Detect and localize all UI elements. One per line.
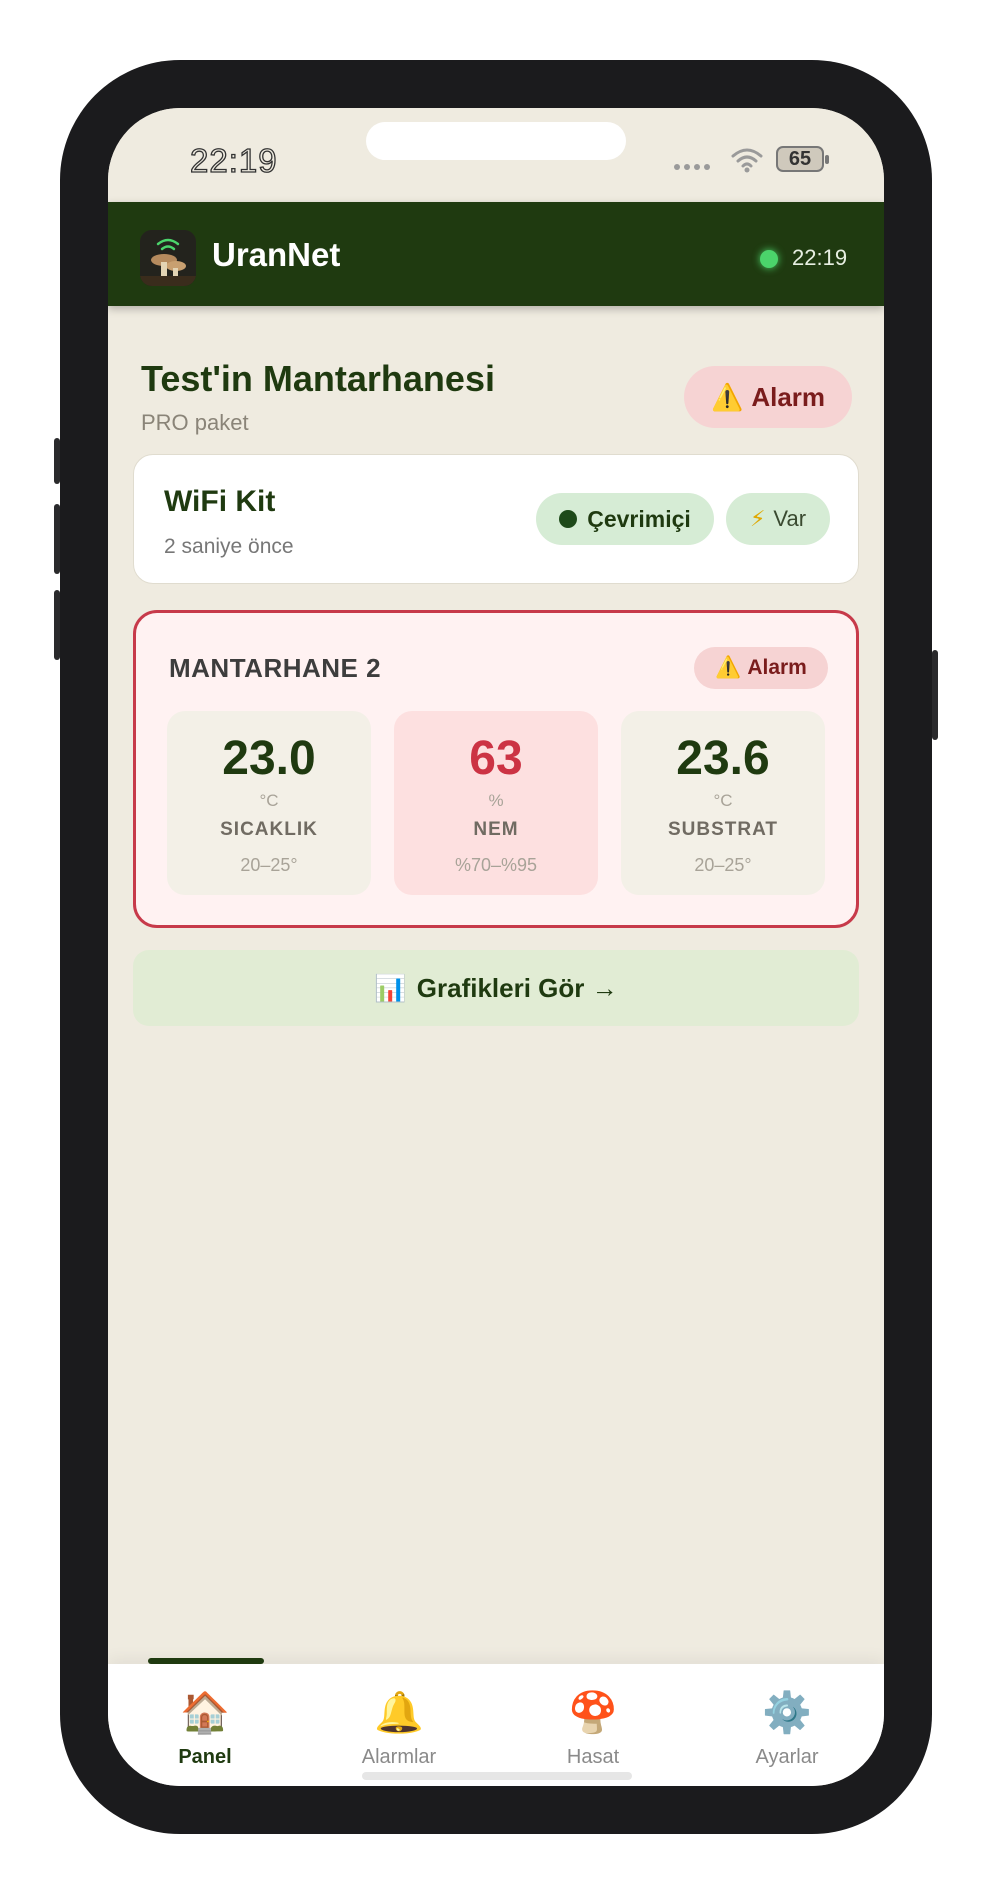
side-button-left-2 [54, 504, 60, 574]
farm-alarm-badge[interactable]: ⚠️ Alarm [684, 366, 852, 428]
connection-status-dot [760, 250, 778, 268]
metric-label: SUBSTRAT [667, 819, 779, 840]
tab-label: Panel [178, 1746, 232, 1768]
wifi-icon [731, 148, 763, 173]
status-time: 22:19 [189, 141, 278, 179]
metric-unit: % [488, 791, 504, 810]
tab-label: Alarmlar [361, 1746, 437, 1768]
metric-unit: °C [713, 791, 733, 810]
farm-alarm-label: Alarm [751, 381, 826, 412]
warning-icon: ⚠️ [715, 656, 742, 679]
signal-icon [674, 164, 710, 170]
device-card[interactable]: WiFi Kit 2 saniye önce Çevrimiçi ⚡ Var [133, 454, 859, 584]
tab-label: Ayarlar [755, 1746, 819, 1768]
side-button-right [932, 650, 938, 740]
metric-value: 23.0 [222, 732, 316, 785]
room-title: MANTARHANE 2 [169, 653, 382, 683]
online-dot-icon [559, 510, 578, 528]
tab-harvest[interactable]: 🍄 Hasat [496, 1664, 690, 1786]
home-indicator [362, 1772, 632, 1780]
metric-label: NEM [473, 819, 519, 840]
warning-icon: ⚠️ [710, 381, 744, 412]
side-button-left-3 [54, 590, 60, 660]
bottom-tab-bar: 🏠 Panel 🔔 Alarmlar 🍄 Hasat ⚙️ Ayarlar [108, 1658, 884, 1786]
metric-range: 20–25° [694, 855, 752, 875]
metric-range: 20–25° [240, 855, 298, 875]
side-button-left-1 [54, 438, 60, 484]
tab-alarms[interactable]: 🔔 Alarmlar [302, 1664, 496, 1786]
header-time: 22:19 [792, 245, 848, 270]
mushroom-icon: 🍄 [568, 1691, 618, 1735]
metric-value: 63 [469, 732, 523, 785]
tab-settings[interactable]: ⚙️ Ayarlar [690, 1664, 884, 1786]
lightning-icon: ⚡ [749, 506, 766, 531]
tab-label: Hasat [566, 1746, 620, 1768]
room-card[interactable]: MANTARHANE 2 ⚠️ Alarm 23.0 °C SICAKLIK 2… [133, 610, 859, 928]
metric-label: SICAKLIK [220, 819, 318, 840]
power-status-label: Var [773, 506, 807, 531]
device-last-seen: 2 saniye önce [164, 535, 294, 558]
online-status-label: Çevrimiçi [587, 505, 691, 532]
phone-frame: 22:19 65 UranNet 22:19 Test'in Mantarhan… [54, 60, 938, 1834]
app-logo [140, 230, 196, 286]
power-status-badge: ⚡ Var [726, 493, 830, 545]
device-name: WiFi Kit [164, 485, 276, 518]
metric-humidity: 63 % NEM %70–%95 [394, 711, 598, 895]
home-icon: 🏠 [180, 1691, 230, 1735]
bar-chart-icon: 📊 [374, 972, 407, 1003]
farm-title: Test'in Mantarhanesi [141, 358, 495, 399]
dynamic-island [366, 122, 626, 160]
room-alarm-label: Alarm [747, 656, 807, 679]
screen: 22:19 65 UranNet 22:19 Test'in Mantarhan… [108, 108, 884, 1786]
tab-panel[interactable]: 🏠 Panel [108, 1664, 302, 1786]
view-graphs-button[interactable]: 📊 Grafikleri Gör → [133, 950, 859, 1026]
metric-value: 23.6 [676, 732, 770, 785]
metric-range: %70–%95 [454, 855, 538, 875]
online-status-badge: Çevrimiçi [536, 493, 714, 545]
metric-substrate: 23.6 °C SUBSTRAT 20–25° [621, 711, 825, 895]
battery-icon: 65 [776, 146, 829, 172]
status-bar: 22:19 65 [108, 108, 884, 202]
bell-icon: 🔔 [374, 1691, 424, 1735]
view-graphs-label: Grafikleri Gör → [416, 972, 618, 1003]
metric-temperature: 23.0 °C SICAKLIK 20–25° [167, 711, 371, 895]
farm-plan: PRO paket [141, 410, 249, 435]
app-header: UranNet 22:19 [108, 202, 884, 306]
app-title: UranNet [212, 236, 341, 273]
room-alarm-badge: ⚠️ Alarm [694, 647, 828, 689]
gear-icon: ⚙️ [762, 1691, 812, 1735]
metric-unit: °C [259, 791, 279, 810]
